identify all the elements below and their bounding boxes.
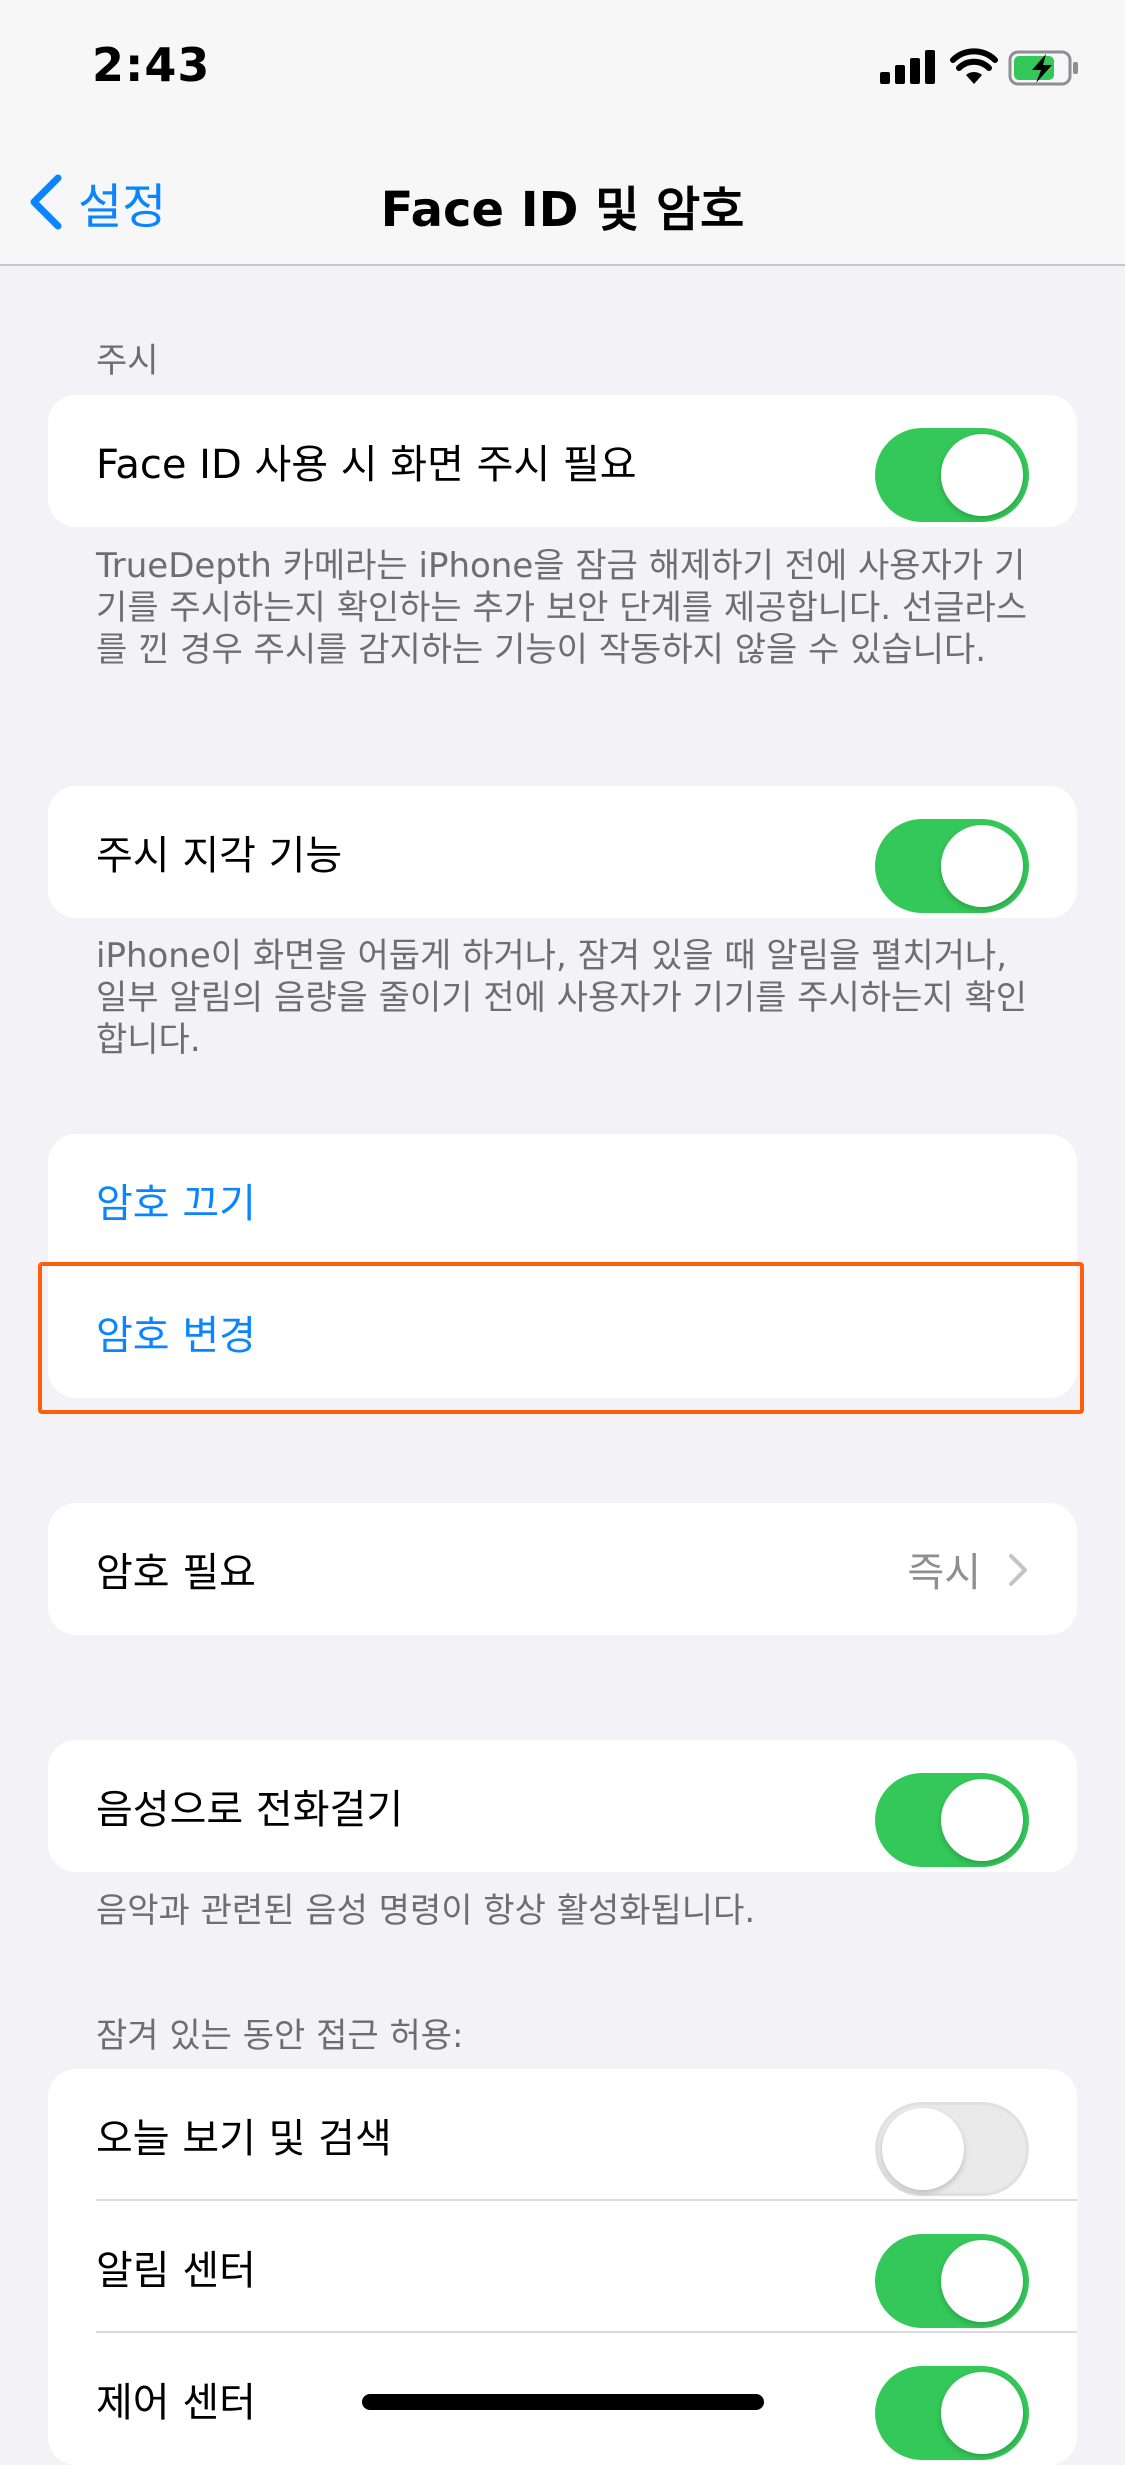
voice-dial-footer: 음악과 관련된 음성 명령이 항상 활성화됩니다.	[96, 1891, 756, 1931]
status-time: 2:43	[92, 38, 211, 92]
require-passcode-label: 암호 필요	[96, 1550, 256, 1596]
require-attention-row: Face ID 사용 시 화면 주시 필요	[48, 395, 1077, 527]
page-title: Face ID 및 암호	[380, 182, 745, 238]
voice-dial-group: 음성으로 전화걸기	[48, 1740, 1077, 1872]
notification-center-toggle[interactable]	[875, 2234, 1029, 2328]
toggle-knob	[941, 434, 1023, 516]
cellular-signal-icon	[880, 50, 936, 84]
turn-passcode-off-button[interactable]: 암호 끄기	[96, 1171, 256, 1229]
toggle-knob	[941, 825, 1023, 907]
today-view-toggle[interactable]	[875, 2102, 1029, 2196]
attention-aware-footer: iPhone이 화면을 어둡게 하거나, 잠겨 있을 때 알림을 펼치거나, 일…	[96, 936, 1028, 1060]
voice-dial-toggle[interactable]	[875, 1773, 1029, 1867]
voice-dial-row: 음성으로 전화걸기	[48, 1740, 1077, 1872]
require-attention-footer: TrueDepth 카메라는 iPhone을 잠금 해제하기 전에 사용자가 기…	[96, 546, 1028, 670]
attention-aware-label: 주시 지각 기능	[96, 833, 343, 879]
status-bar: 2:43	[0, 0, 1125, 140]
wifi-icon	[950, 48, 998, 84]
section-header-attention: 주시	[96, 341, 159, 381]
attention-aware-group: 주시 지각 기능	[48, 786, 1077, 918]
attention-require-group: Face ID 사용 시 화면 주시 필요	[48, 395, 1077, 527]
require-passcode-group: 암호 필요 즉시	[48, 1503, 1077, 1635]
attention-aware-row: 주시 지각 기능	[48, 786, 1077, 918]
toggle-knob	[941, 2240, 1023, 2322]
locked-access-row-notification-center: 알림 센터	[48, 2201, 1077, 2333]
turn-passcode-off-row[interactable]: 암호 끄기	[48, 1134, 1077, 1266]
control-center-label: 제어 센터	[96, 2380, 256, 2426]
today-view-label: 오늘 보기 및 검색	[96, 2116, 392, 2162]
require-attention-label: Face ID 사용 시 화면 주시 필요	[96, 442, 637, 488]
attention-aware-toggle[interactable]	[875, 819, 1029, 913]
notification-center-label: 알림 센터	[96, 2248, 256, 2294]
require-attention-toggle[interactable]	[875, 428, 1029, 522]
section-header-locked-access: 잠겨 있는 동안 접근 허용:	[96, 2016, 464, 2056]
control-center-toggle[interactable]	[875, 2366, 1029, 2460]
require-passcode-row[interactable]: 암호 필요 즉시	[48, 1503, 1077, 1635]
navigation-bar: 설정 Face ID 및 암호	[0, 140, 1125, 266]
require-passcode-value: 즉시	[907, 1550, 981, 1596]
change-passcode-highlight	[38, 1262, 1084, 1414]
toggle-knob	[882, 2108, 964, 2190]
locked-access-row-today-view: 오늘 보기 및 검색	[48, 2069, 1077, 2201]
toggle-knob	[941, 2372, 1023, 2454]
home-indicator[interactable]	[362, 2394, 764, 2410]
chevron-right-icon	[1009, 1554, 1027, 1586]
toggle-knob	[941, 1779, 1023, 1861]
battery-charging-icon	[1008, 50, 1078, 86]
voice-dial-label: 음성으로 전화걸기	[96, 1787, 404, 1833]
